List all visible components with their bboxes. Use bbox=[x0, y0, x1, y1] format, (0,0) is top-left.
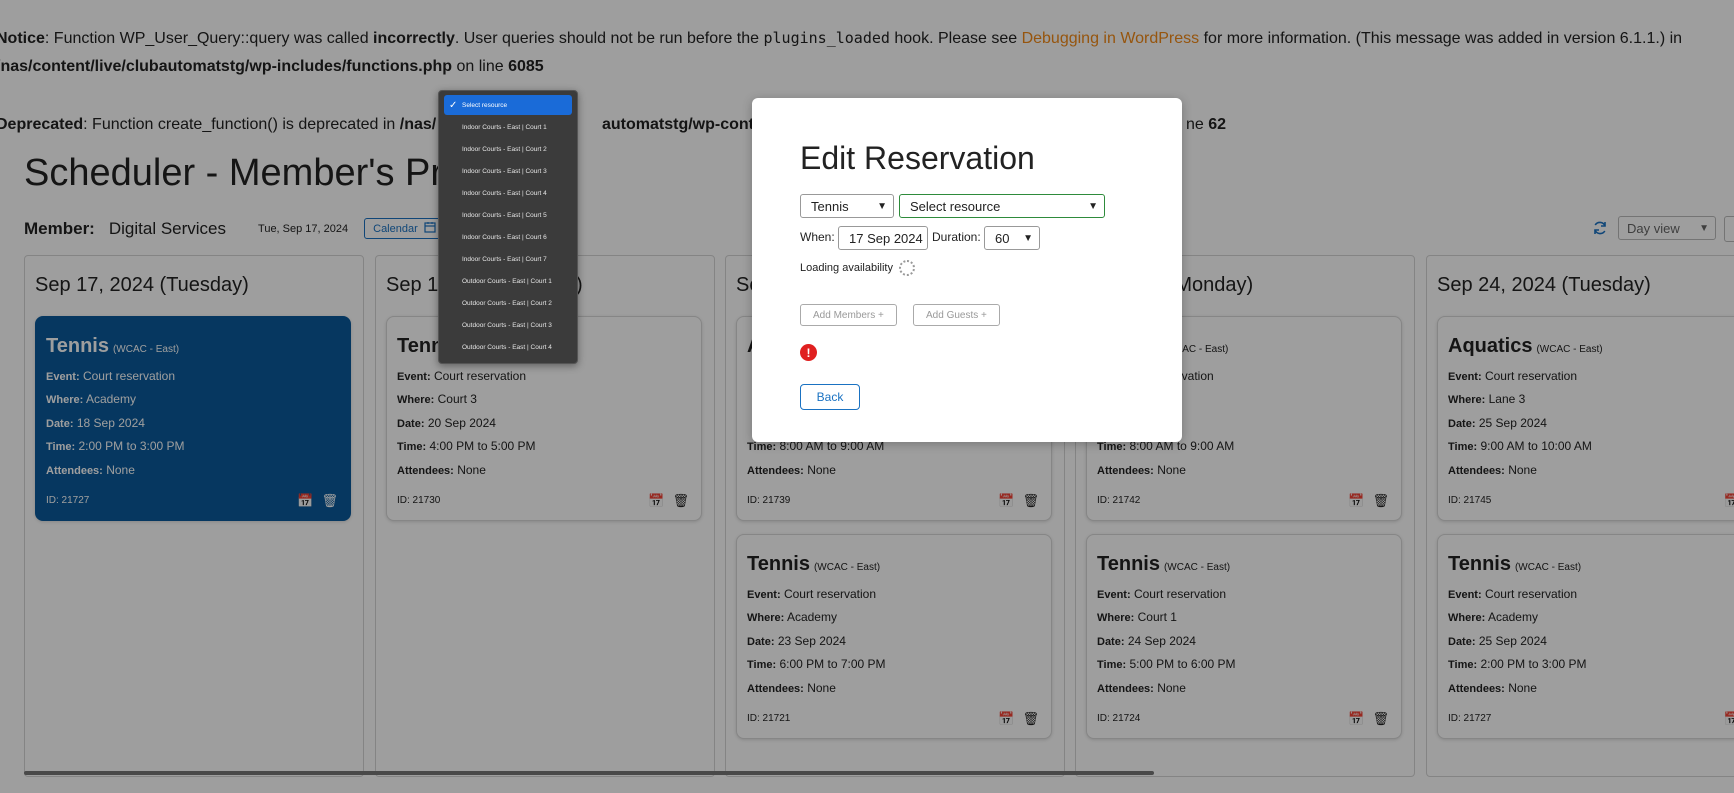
duration-select[interactable]: 60 ▼ bbox=[984, 226, 1040, 250]
modal-title: Edit Reservation bbox=[800, 140, 1035, 176]
resource-option-label: Indoor Courts - East | Court 2 bbox=[462, 145, 547, 153]
resource-dropdown-list: ✓ Select resource Indoor Courts - East | … bbox=[438, 90, 578, 364]
resource-option[interactable]: Indoor Courts - East | Court 1 bbox=[444, 117, 572, 137]
spinner-icon bbox=[898, 260, 915, 276]
resource-option[interactable]: ✓ Select resource bbox=[444, 95, 572, 115]
resource-option[interactable]: Indoor Courts - East | Court 2 bbox=[444, 139, 572, 159]
resource-option[interactable]: Indoor Courts - East | Court 3 bbox=[444, 161, 572, 181]
resource-option[interactable]: Indoor Courts - East | Court 4 bbox=[444, 183, 572, 203]
resource-option[interactable]: Outdoor Courts - East | Court 2 bbox=[444, 293, 572, 313]
resource-option-label: Indoor Courts - East | Court 5 bbox=[462, 211, 547, 219]
loading-indicator: Loading availability bbox=[800, 260, 915, 276]
resource-option[interactable]: Outdoor Courts - East | Court 1 bbox=[444, 271, 572, 291]
resource-option[interactable]: Indoor Courts - East | Court 6 bbox=[444, 227, 572, 247]
when-date-input[interactable]: 17 Sep 2024 bbox=[838, 226, 928, 250]
when-date-value: 17 Sep 2024 bbox=[849, 230, 923, 246]
resource-option-label: Select resource bbox=[462, 101, 508, 109]
resource-option-label: Outdoor Courts - East | Court 2 bbox=[462, 299, 552, 307]
chevron-down-icon: ▼ bbox=[877, 200, 887, 212]
resource-option-label: Indoor Courts - East | Court 7 bbox=[462, 255, 547, 263]
resource-option-label: Outdoor Courts - East | Court 4 bbox=[462, 343, 552, 351]
resource-option[interactable]: Indoor Courts - East | Court 5 bbox=[444, 205, 572, 225]
resource-option-label: Indoor Courts - East | Court 1 bbox=[462, 123, 547, 131]
resource-select-value: Select resource bbox=[910, 198, 1001, 214]
resource-option-label: Indoor Courts - East | Court 4 bbox=[462, 189, 547, 197]
chevron-down-icon: ▼ bbox=[1088, 200, 1098, 212]
resource-select[interactable]: Select resource ▼ bbox=[899, 194, 1105, 218]
edit-reservation-modal: Edit Reservation Tennis ▼ Select resourc… bbox=[752, 98, 1182, 442]
back-button[interactable]: Back bbox=[800, 384, 860, 410]
resource-option-label: Indoor Courts - East | Court 3 bbox=[462, 167, 547, 175]
add-guests-button[interactable]: Add Guests + bbox=[913, 304, 1000, 326]
category-select-value: Tennis bbox=[811, 198, 849, 214]
resource-option-label: Outdoor Courts - East | Court 3 bbox=[462, 321, 552, 329]
alert-icon: ! bbox=[800, 344, 817, 361]
when-label: When: bbox=[800, 230, 835, 244]
resource-option-label: Outdoor Courts - East | Court 1 bbox=[462, 277, 552, 285]
resource-option[interactable]: Indoor Courts - East | Court 7 bbox=[444, 249, 572, 269]
resource-option[interactable]: Outdoor Courts - East | Court 3 bbox=[444, 315, 572, 335]
duration-label: Duration: bbox=[932, 230, 981, 244]
resource-option-label: Indoor Courts - East | Court 6 bbox=[462, 233, 547, 241]
add-members-button[interactable]: Add Members + bbox=[800, 304, 897, 326]
checkmark-icon: ✓ bbox=[449, 99, 458, 111]
chevron-down-icon: ▼ bbox=[1023, 232, 1033, 244]
resource-option[interactable]: Outdoor Courts - East | Court 4 bbox=[444, 337, 572, 357]
duration-select-value: 60 bbox=[995, 230, 1010, 246]
category-select[interactable]: Tennis ▼ bbox=[800, 194, 894, 218]
loading-text: Loading availability bbox=[800, 262, 893, 274]
